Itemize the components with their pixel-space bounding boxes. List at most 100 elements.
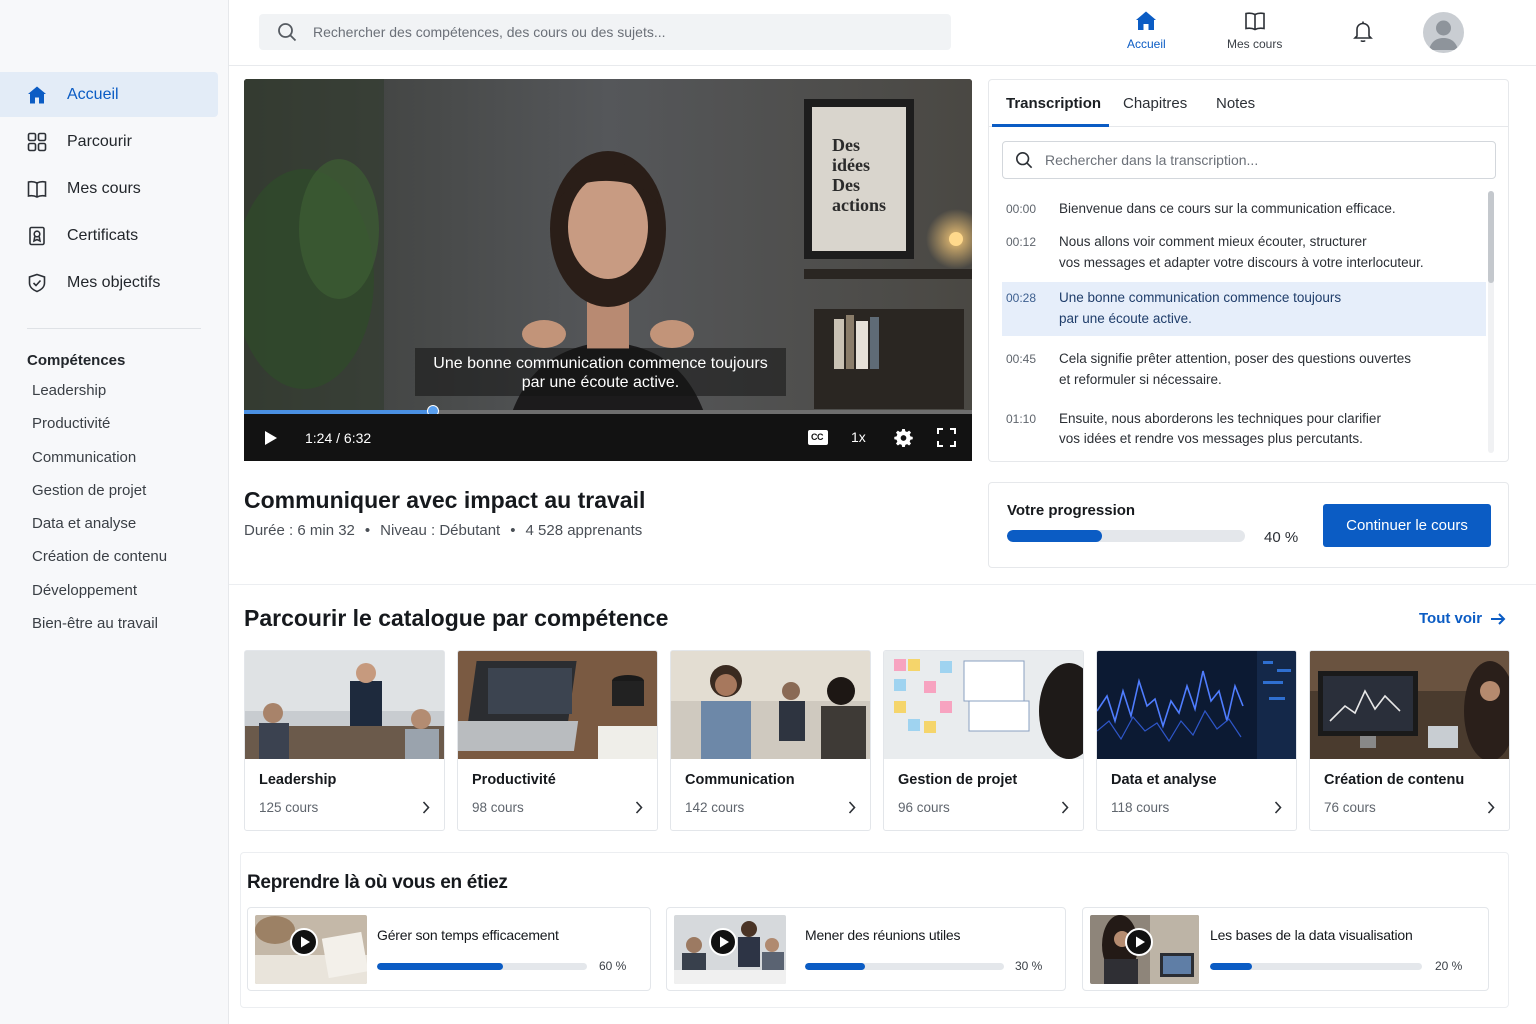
- catalog-card-creation-de-contenu[interactable]: Création de contenu 76 cours: [1309, 650, 1510, 831]
- progress-label: Votre progression: [1007, 502, 1136, 519]
- sidebar-item-parcourir[interactable]: Parcourir: [0, 119, 218, 164]
- user-avatar-icon: [1429, 20, 1458, 50]
- card-thumbnail: [1310, 651, 1509, 759]
- catalog-card-communication[interactable]: Communication 142 cours: [670, 650, 871, 831]
- transcript-row[interactable]: 01:10 Ensuite, nous aborderons les techn…: [1002, 404, 1486, 456]
- chevron-right-icon: [1487, 801, 1495, 814]
- transcript-timestamp: 01:10: [1006, 412, 1037, 426]
- poster-text-2: idées: [832, 155, 870, 175]
- caption-line-2: par une écoute active.: [521, 374, 680, 391]
- transcript-timestamp: 00:00: [1006, 202, 1037, 216]
- card-thumbnail: [671, 651, 870, 759]
- settings-gear-icon[interactable]: [894, 428, 913, 447]
- catalog-card-data-et-analyse[interactable]: Data et analyse 118 cours: [1096, 650, 1297, 831]
- transcript-scroll-thumb[interactable]: [1488, 191, 1494, 283]
- sidebar-item-mes-cours[interactable]: Mes cours: [0, 166, 218, 211]
- skills-heading: Compétences: [27, 352, 126, 369]
- chevron-right-icon: [848, 801, 856, 814]
- skill-link-data-et-analyse[interactable]: Data et analyse: [32, 514, 167, 547]
- resume-card[interactable]: Gérer son temps efficacement 60 %: [247, 907, 651, 991]
- skill-link-creation-de-contenu[interactable]: Création de contenu: [32, 547, 167, 580]
- card-title: Communication: [685, 772, 795, 788]
- skill-link-developpement[interactable]: Développement: [32, 581, 167, 614]
- transcript-scrollbar[interactable]: [1488, 191, 1494, 453]
- resume-progress-percent: 20 %: [1435, 959, 1463, 973]
- transcript-text: Bienvenue dans ce cours sur la communica…: [1059, 201, 1396, 216]
- card-course-count: 142 cours: [685, 800, 745, 815]
- resume-progress-fill: [805, 963, 865, 970]
- sidebar-item-certificats[interactable]: Certificats: [0, 213, 218, 258]
- play-button[interactable]: [290, 928, 318, 956]
- catalog-card-leadership[interactable]: Leadership 125 cours: [244, 650, 445, 831]
- transcript-timestamp: 00:45: [1006, 352, 1037, 366]
- catalog-card-productivite[interactable]: Productivité 98 cours: [457, 650, 658, 831]
- transcript-row[interactable]: 00:00 Bienvenue dans ce cours sur la com…: [1002, 191, 1486, 223]
- card-thumbnail: [1097, 651, 1296, 759]
- top-nav-accueil[interactable]: Accueil: [1127, 10, 1166, 51]
- tab-notes[interactable]: Notes: [1216, 95, 1255, 112]
- see-all-link[interactable]: Tout voir: [1419, 610, 1506, 627]
- transcript-text-line-1: Ensuite, nous aborderons les techniques …: [1059, 411, 1381, 426]
- transcript-text-line-2: par une écoute active.: [1059, 311, 1192, 326]
- transcript-text-line-1: Une bonne communication commence toujour…: [1059, 290, 1342, 305]
- top-nav-label: Accueil: [1127, 37, 1166, 51]
- transcript-timestamp: 00:28: [1006, 291, 1037, 305]
- continue-course-button[interactable]: Continuer le cours: [1323, 504, 1491, 547]
- tab-chapitres[interactable]: Chapitres: [1123, 95, 1187, 112]
- resume-course-title: Mener des réunions utiles: [805, 927, 961, 943]
- transcript-timestamp: 00:12: [1006, 235, 1037, 249]
- card-thumbnail: [245, 651, 444, 759]
- resume-progress-fill: [377, 963, 503, 970]
- top-bar: Accueil Mes cours: [229, 0, 1536, 66]
- sidebar-item-accueil[interactable]: Accueil: [0, 72, 218, 117]
- transcript-row[interactable]: 00:45 Cela signifie prêter attention, po…: [1002, 344, 1486, 396]
- course-learners: 4 528 apprenants: [525, 522, 643, 539]
- book-icon: [1244, 12, 1265, 31]
- fullscreen-icon[interactable]: [937, 428, 956, 447]
- sidebar-item-mes-objectifs[interactable]: Mes objectifs: [0, 260, 218, 305]
- sidebar-item-label: Mes objectifs: [67, 273, 161, 291]
- catalog-card-gestion-de-projet[interactable]: Gestion de projet 96 cours: [883, 650, 1084, 831]
- playback-speed-button[interactable]: 1x: [851, 429, 866, 445]
- card-course-count: 96 cours: [898, 800, 950, 815]
- chevron-right-icon: [635, 801, 643, 814]
- closed-captions-button[interactable]: CC: [808, 430, 828, 445]
- tab-transcription[interactable]: Transcription: [1006, 95, 1101, 112]
- transcript-row-active[interactable]: 00:28 Une bonne communication commence t…: [1002, 282, 1486, 336]
- global-search-input[interactable]: [313, 24, 913, 40]
- transcript-text-line-2: vos messages et adapter votre discours à…: [1059, 255, 1424, 270]
- transcript-search-input[interactable]: [1045, 152, 1465, 168]
- bell-icon[interactable]: [1351, 19, 1375, 43]
- skill-link-productivite[interactable]: Productivité: [32, 414, 167, 447]
- play-button[interactable]: [1125, 928, 1153, 956]
- progress-bar-fill: [1007, 530, 1103, 542]
- skill-link-leadership[interactable]: Leadership: [32, 381, 167, 414]
- resume-card[interactable]: Les bases de la data visualisation 20 %: [1082, 907, 1489, 991]
- progress-bar: [1007, 530, 1245, 542]
- section-divider: [229, 584, 1536, 585]
- transcript-text-line-2: vos idées et rendre vos messages plus pe…: [1059, 431, 1363, 446]
- transcript-row[interactable]: 00:12 Nous allons voir comment mieux éco…: [1002, 225, 1486, 275]
- transcript-text-line-1: Cela signifie prêter attention, poser de…: [1059, 351, 1411, 366]
- skill-link-communication[interactable]: Communication: [32, 448, 167, 481]
- panel-tabs: Transcription Chapitres Notes: [989, 80, 1508, 127]
- skill-link-bien-etre[interactable]: Bien-être au travail: [32, 614, 167, 647]
- play-icon: [720, 936, 729, 948]
- resume-progress-percent: 60 %: [599, 959, 627, 973]
- video-player[interactable]: Des idées Des actions: [244, 79, 972, 461]
- play-icon[interactable]: [264, 430, 278, 446]
- transcript-text-line-1: Nous allons voir comment mieux écouter, …: [1059, 234, 1367, 249]
- play-button[interactable]: [709, 928, 737, 956]
- sidebar-item-label: Certificats: [67, 226, 139, 244]
- top-nav-mes-cours[interactable]: Mes cours: [1227, 10, 1282, 51]
- card-course-count: 98 cours: [472, 800, 524, 815]
- course-level: Niveau : Débutant: [380, 522, 501, 539]
- skill-link-gestion-de-projet[interactable]: Gestion de projet: [32, 481, 167, 514]
- card-title: Création de contenu: [1324, 772, 1465, 788]
- resume-card[interactable]: Mener des réunions utiles 30 %: [666, 907, 1066, 991]
- avatar[interactable]: [1423, 12, 1464, 53]
- home-icon: [1136, 11, 1157, 30]
- sidebar-divider: [27, 328, 201, 329]
- sidebar: Accueil Parcourir Mes cours Certificats …: [0, 0, 229, 1024]
- resume-progress-bar: [377, 963, 587, 970]
